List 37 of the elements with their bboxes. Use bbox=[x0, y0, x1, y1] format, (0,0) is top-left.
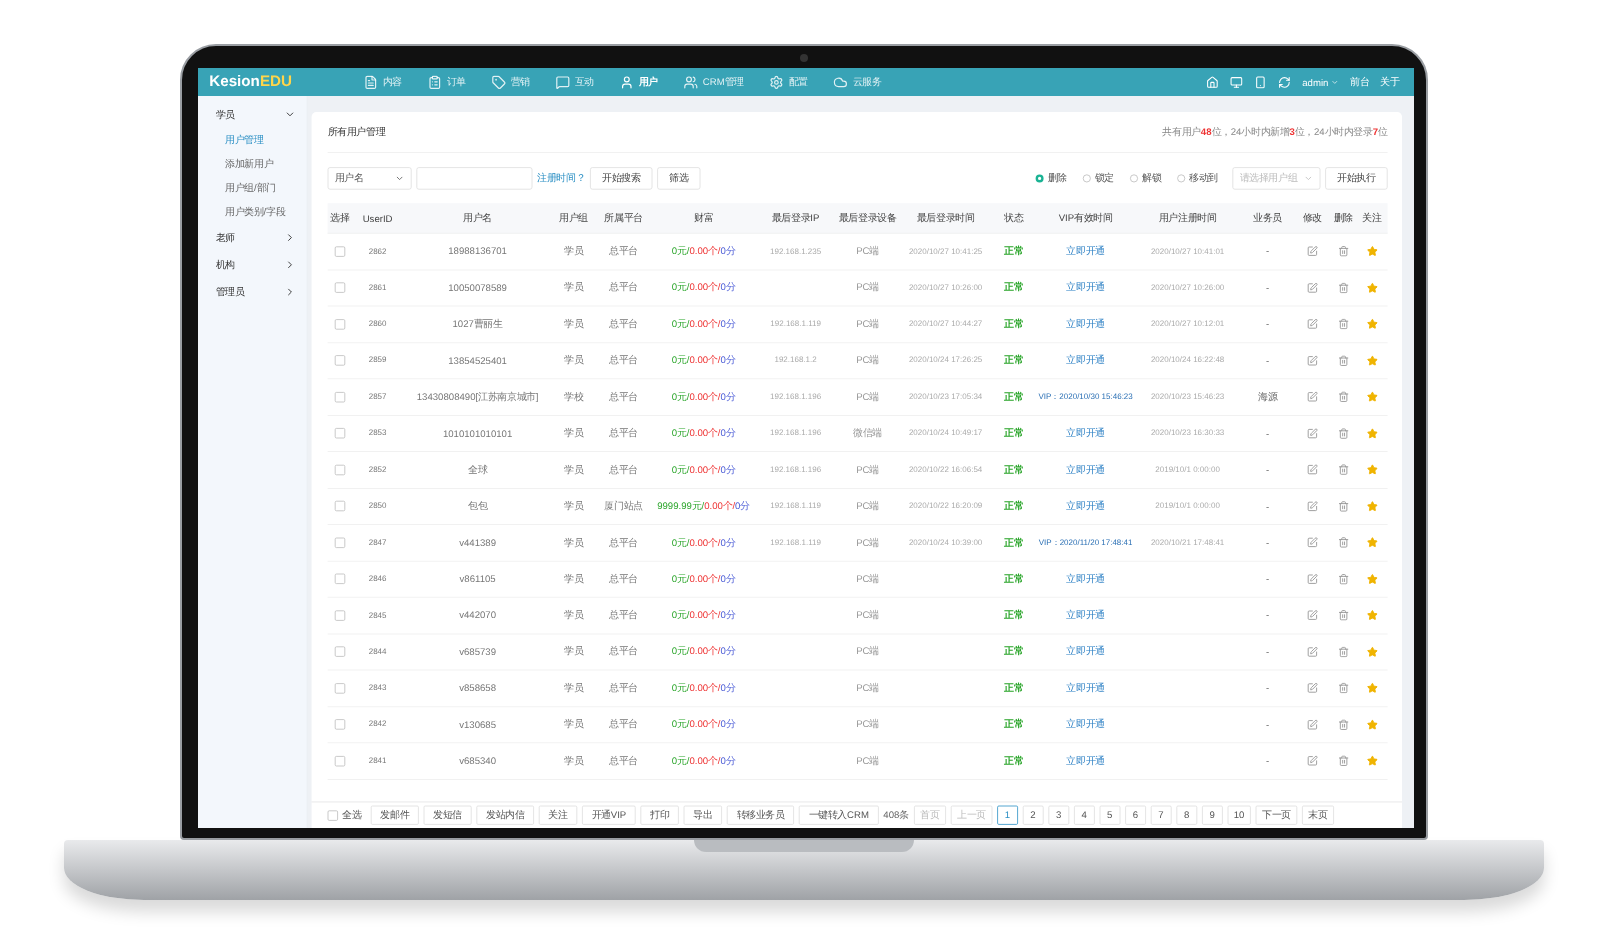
star-icon[interactable] bbox=[1366, 427, 1378, 439]
star-icon[interactable] bbox=[1366, 391, 1378, 403]
radio-button[interactable] bbox=[1082, 174, 1091, 182]
star-icon[interactable] bbox=[1366, 755, 1378, 767]
search-input[interactable] bbox=[416, 166, 533, 190]
row-checkbox[interactable] bbox=[334, 428, 345, 439]
radio-button[interactable] bbox=[1035, 174, 1044, 182]
row-checkbox[interactable] bbox=[334, 683, 345, 694]
row-checkbox[interactable] bbox=[334, 719, 345, 730]
row-checkbox[interactable] bbox=[334, 755, 345, 767]
row-checkbox[interactable] bbox=[334, 501, 345, 512]
star-icon[interactable] bbox=[1366, 573, 1378, 585]
star-icon[interactable] bbox=[1366, 464, 1378, 476]
star-icon[interactable] bbox=[1366, 500, 1378, 512]
star-icon[interactable] bbox=[1366, 537, 1378, 549]
star-icon[interactable] bbox=[1366, 609, 1378, 621]
row-checkbox[interactable] bbox=[334, 282, 345, 293]
row-checkbox[interactable] bbox=[334, 355, 345, 366]
row-checkbox[interactable] bbox=[334, 319, 345, 330]
star-icon[interactable] bbox=[1366, 318, 1378, 330]
row-checkbox[interactable] bbox=[334, 646, 345, 657]
star-icon[interactable] bbox=[1366, 682, 1378, 694]
row-checkbox[interactable] bbox=[334, 391, 345, 403]
row-checkbox[interactable] bbox=[334, 610, 345, 621]
star-icon[interactable] bbox=[1366, 646, 1378, 658]
select-all-checkbox[interactable] bbox=[327, 810, 338, 821]
star-icon[interactable] bbox=[1366, 355, 1378, 367]
row-checkbox[interactable] bbox=[334, 464, 345, 475]
row-checkbox[interactable] bbox=[334, 573, 345, 585]
camera-icon bbox=[800, 54, 808, 62]
row-checkbox[interactable] bbox=[334, 537, 345, 548]
star-icon[interactable] bbox=[1366, 282, 1378, 294]
row-checkbox[interactable] bbox=[334, 246, 345, 257]
star-icon[interactable] bbox=[1366, 719, 1378, 731]
radio-button[interactable] bbox=[1130, 174, 1138, 182]
star-icon[interactable] bbox=[1366, 245, 1378, 257]
radio-button[interactable] bbox=[1177, 174, 1186, 182]
